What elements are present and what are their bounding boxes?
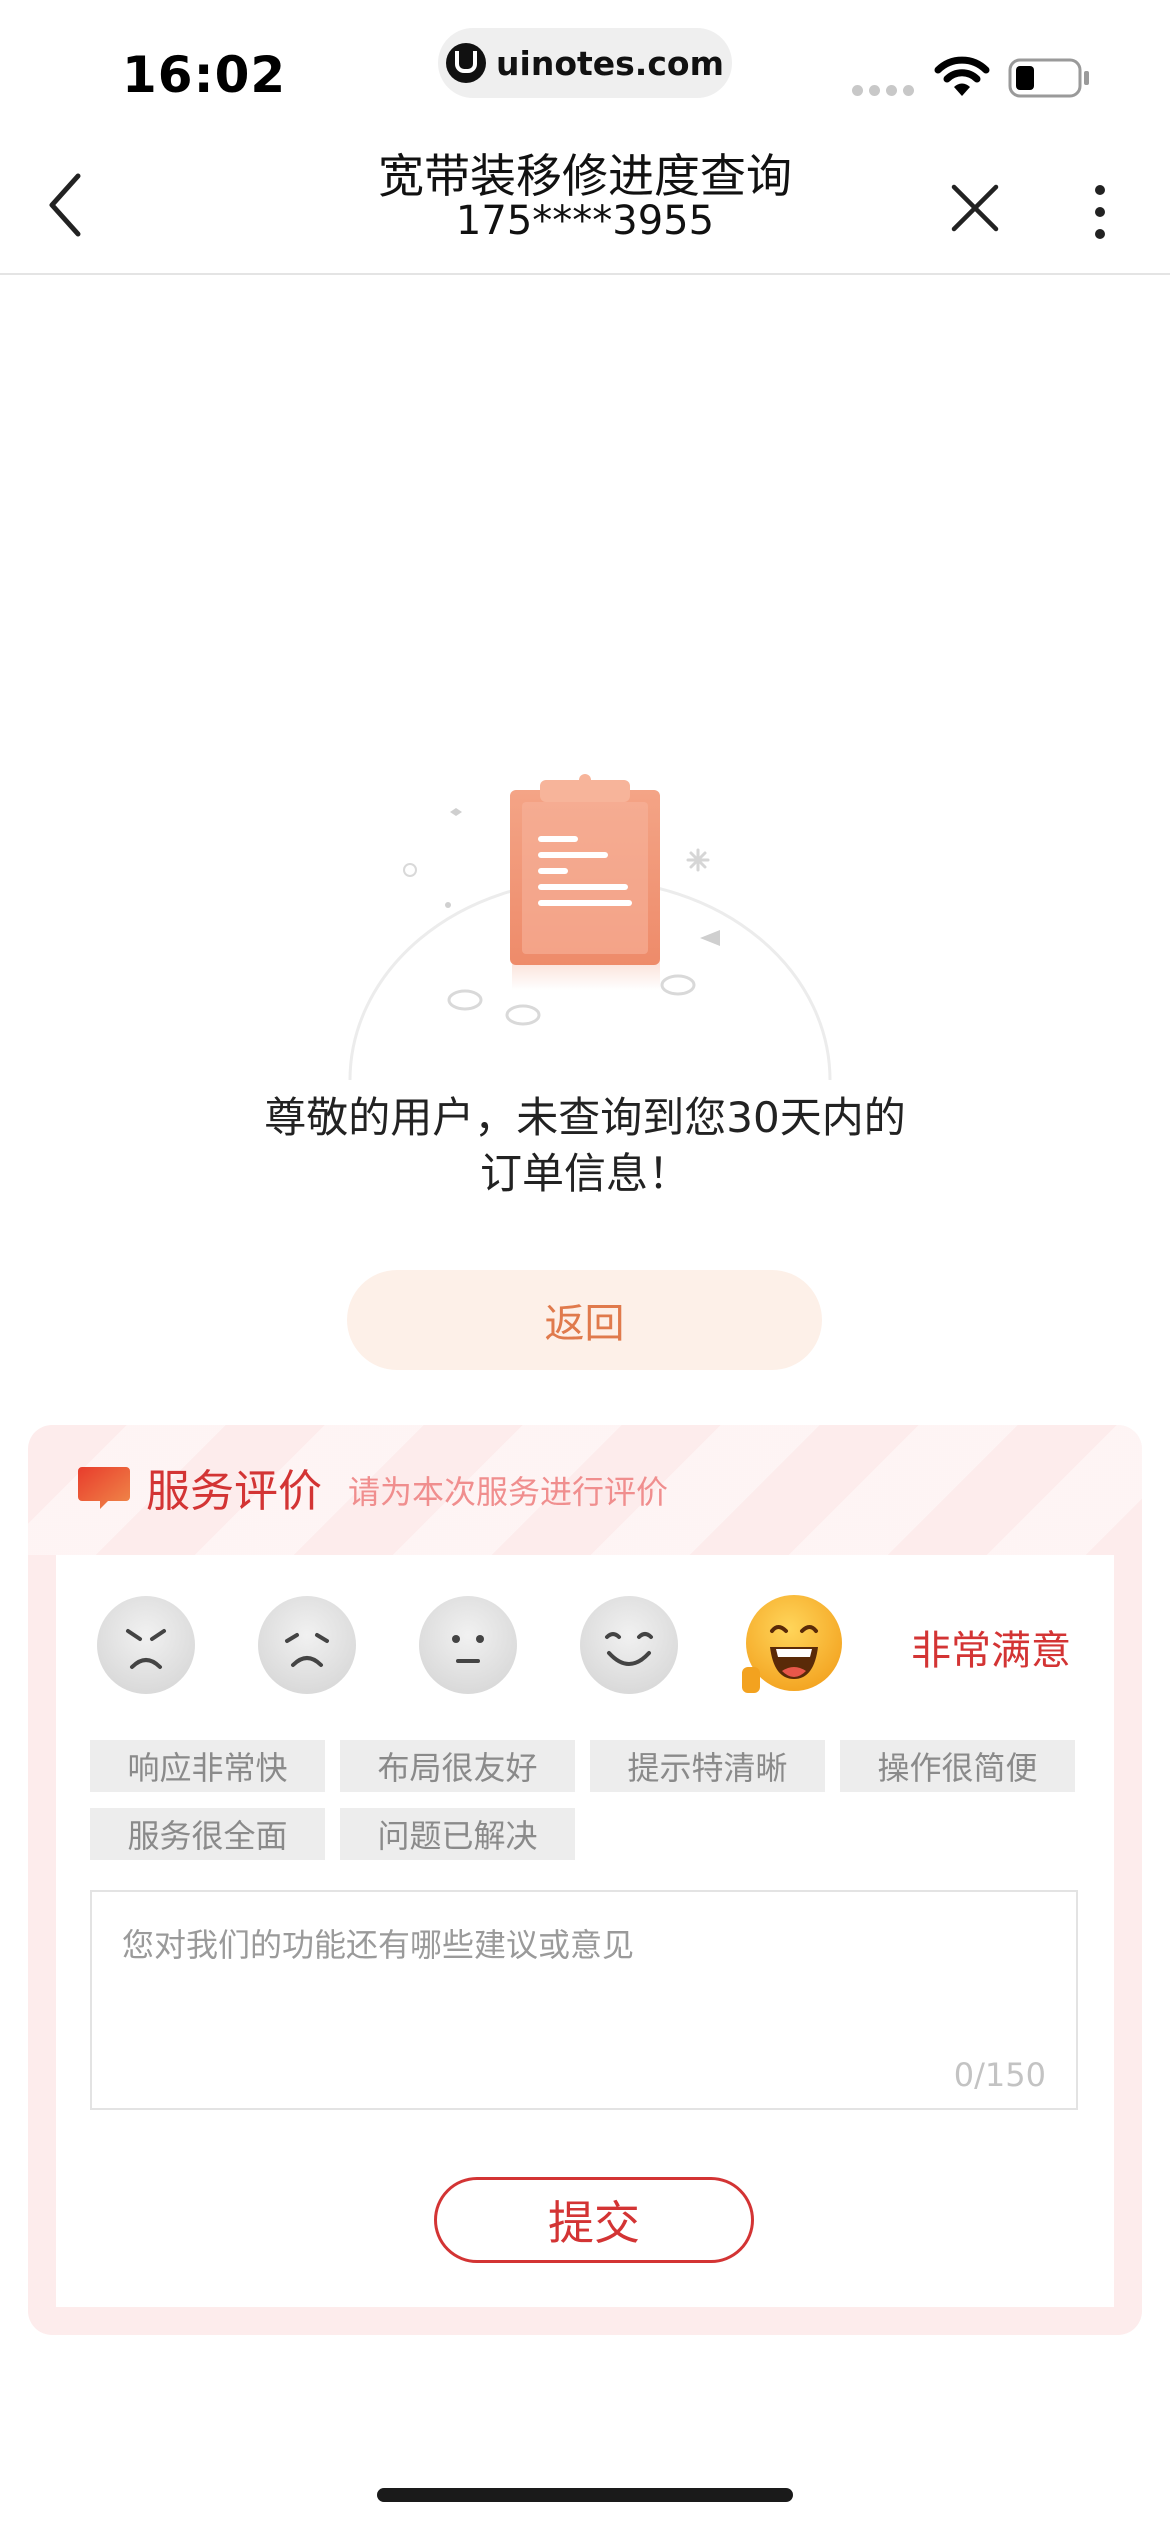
tag-option[interactable]: 操作很简便 — [840, 1740, 1075, 1792]
rating-subtitle: 请为本次服务进行评价 — [348, 1473, 669, 1511]
more-vertical-icon[interactable] — [1090, 182, 1110, 242]
page-title: 宽带装移修进度查询 — [378, 149, 792, 203]
rating-title: 服务评价 — [146, 1466, 322, 1517]
status-bar: 16:02 uinotes.com — [0, 0, 1170, 130]
clipboard-illustration — [348, 774, 832, 1080]
tag-option[interactable]: 服务很全面 — [90, 1808, 325, 1860]
tag-option[interactable]: 提示特清晰 — [590, 1740, 825, 1792]
submit-button[interactable]: 提交 — [434, 2177, 754, 2263]
smile-face-icon[interactable] — [579, 1595, 679, 1695]
sad-face-icon[interactable] — [257, 1595, 357, 1695]
wifi-icon — [934, 56, 990, 96]
rating-body: 非常满意 响应非常快 布局很友好 提示特清晰 操作很简便 服务很全面 问题已解决… — [56, 1555, 1114, 2307]
url-text: uinotes.com — [496, 43, 724, 83]
rating-level-label: 非常满意 — [911, 1628, 1071, 1674]
url-pill[interactable]: uinotes.com — [438, 28, 732, 98]
tag-option[interactable]: 布局很友好 — [340, 1740, 575, 1792]
site-logo-icon — [446, 43, 487, 83]
empty-message-line1: 尊敬的用户，未查询到您30天内的 — [264, 1093, 906, 1142]
tag-option[interactable]: 问题已解决 — [340, 1808, 575, 1860]
angry-face-icon[interactable] — [96, 1595, 196, 1695]
laughing-face-icon[interactable] — [740, 1593, 844, 1697]
status-time: 16:02 — [122, 46, 287, 104]
service-rating-card: 服务评价 请为本次服务进行评价 非常满意 响应非常快 布局很友好 提示特清晰 操… — [28, 1425, 1142, 2335]
neutral-face-icon[interactable] — [418, 1595, 518, 1695]
nav-bar: 宽带装移修进度查询 175****3955 — [0, 130, 1170, 275]
battery-icon — [1008, 58, 1089, 98]
empty-message: 尊敬的用户，未查询到您30天内的 订单信息！ — [185, 1090, 985, 1202]
chevron-left-icon[interactable] — [44, 170, 84, 240]
cellular-signal-icon — [852, 85, 914, 96]
tag-option[interactable]: 响应非常快 — [90, 1740, 325, 1792]
home-indicator — [377, 2488, 793, 2502]
close-icon[interactable] — [950, 183, 1000, 233]
comment-icon — [78, 1467, 130, 1509]
feedback-box: 0/150 — [90, 1890, 1078, 2110]
page-subtitle-phone: 175****3955 — [455, 198, 715, 244]
char-count: 0/150 — [953, 2056, 1046, 2094]
empty-message-line2: 订单信息！ — [479, 1149, 690, 1198]
feedback-input[interactable] — [92, 1892, 1076, 2108]
return-button[interactable]: 返回 — [347, 1270, 822, 1370]
